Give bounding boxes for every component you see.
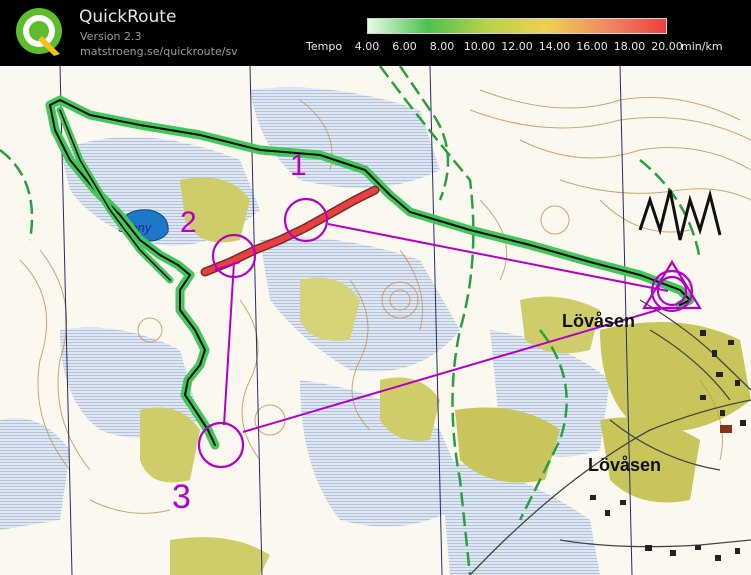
pace-legend-tick: 14.00 (538, 40, 571, 53)
quickroute-view: QuickRoute Version 2.3 matstroeng.se/qui… (0, 0, 751, 575)
header-bar: QuickRoute Version 2.3 matstroeng.se/qui… (0, 0, 751, 66)
app-version: Version 2.3 (80, 30, 142, 43)
app-title: QuickRoute (79, 7, 177, 27)
control-number-3: 3 (172, 478, 191, 516)
control-number-1: 1 (290, 149, 307, 182)
pace-legend-tick: 12.00 (501, 40, 533, 53)
pace-legend-tick: 6.00 (392, 40, 417, 53)
pace-legend-unit: min/km (681, 40, 723, 53)
control-number-2: 2 (180, 206, 197, 239)
pace-legend-tick: 10.00 (463, 40, 496, 53)
quickroute-logo-icon (16, 8, 62, 56)
place-name-lovasen: Lövåsen (562, 311, 635, 331)
pace-legend-tick: 20.00 (651, 40, 683, 53)
orienteering-map[interactable]: Stony 1 2 3 Lövåsen Lövåsen (0, 66, 751, 575)
pace-legend-tick: 4.00 (354, 40, 380, 53)
pace-legend-tick: 8.00 (429, 40, 455, 53)
pace-legend-tick: 18.00 (613, 40, 646, 53)
pace-gradient-bar (367, 18, 667, 34)
pace-legend-label: Tempo (306, 40, 343, 53)
app-url[interactable]: matstroeng.se/quickroute/sv (80, 45, 238, 58)
pace-legend: Tempo 4.00 6.00 8.00 10.00 12.00 14.00 16.00 18… (306, 18, 726, 58)
pace-legend-tick: 16.00 (576, 40, 608, 53)
place-name-lovasen-south: Lövåsen (588, 455, 661, 475)
